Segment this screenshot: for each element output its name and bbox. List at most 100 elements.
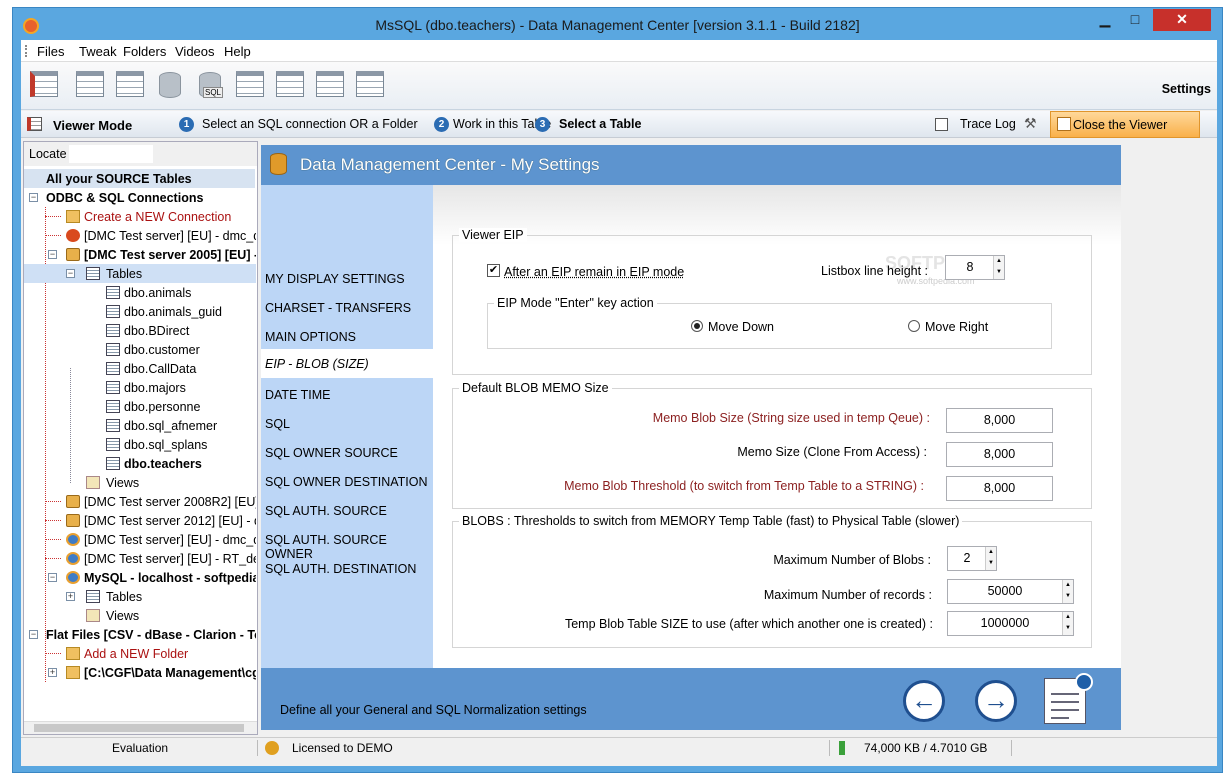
export-table-icon[interactable]: [113, 68, 147, 102]
sql-database-icon[interactable]: SQL: [193, 68, 227, 102]
tree-scrollbar[interactable]: [24, 721, 257, 734]
viewer-mode-icon: [27, 117, 42, 131]
home-icon: [1057, 117, 1071, 131]
trace-log-label[interactable]: Trace Log: [960, 117, 1016, 131]
locate-input[interactable]: [69, 145, 153, 163]
tree-node-new-folder[interactable]: Add a NEW Folder: [24, 644, 256, 663]
menu-tweak[interactable]: Tweak: [79, 44, 117, 59]
previous-arrow-icon[interactable]: ←: [903, 680, 945, 722]
step-1-icon: 1: [179, 117, 194, 132]
settings-title: Data Management Center - My Settings: [300, 155, 600, 174]
tree-node-server[interactable]: [DMC Test server] [EU] - dmc_de: [24, 226, 256, 245]
move-down-label[interactable]: Move Down: [708, 320, 774, 334]
max-blobs-spinner[interactable]: 2 ▲ ▼: [947, 546, 997, 571]
database-save-icon[interactable]: [153, 68, 187, 102]
maximize-button[interactable]: □: [1121, 9, 1149, 31]
tree-node-table[interactable]: dbo.BDirect: [24, 321, 256, 340]
nav-main-options[interactable]: MAIN OPTIONS: [261, 322, 433, 351]
step-3-label: Select a Table: [559, 117, 642, 131]
nav-eip-blob[interactable]: EIP - BLOB (SIZE): [261, 349, 433, 378]
tree-node-flat-files[interactable]: − Flat Files [CSV - dBase - Clarion - Top…: [24, 625, 256, 644]
spinner-arrows-icon[interactable]: ▲ ▼: [1062, 580, 1073, 603]
evaluation-status: Evaluation: [112, 741, 169, 755]
move-down-radio[interactable]: [691, 320, 703, 332]
settings-label[interactable]: Settings: [1162, 82, 1211, 96]
nav-sql-owner-source[interactable]: SQL OWNER SOURCE: [261, 438, 433, 467]
table-icon: [106, 381, 120, 394]
tools-icon[interactable]: ⚒: [1024, 115, 1037, 132]
battery-icon: [839, 741, 845, 755]
minimize-button[interactable]: ▁: [1091, 9, 1119, 31]
nav-sql-auth-source[interactable]: SQL AUTH. SOURCE: [261, 496, 433, 525]
nav-display-settings[interactable]: MY DISPLAY SETTINGS: [261, 264, 433, 293]
viewer-table-icon[interactable]: [27, 68, 61, 102]
menu-help[interactable]: Help: [224, 44, 251, 59]
move-right-label[interactable]: Move Right: [925, 320, 988, 334]
tree-node-views[interactable]: Views: [24, 473, 256, 492]
memo-threshold-input[interactable]: 8,000: [946, 476, 1053, 501]
tree-node-table[interactable]: dbo.animals: [24, 283, 256, 302]
transfer-table-icon[interactable]: [313, 68, 347, 102]
max-records-spinner[interactable]: 50000 ▲ ▼: [947, 579, 1074, 604]
footer-text: Define all your General and SQL Normaliz…: [280, 703, 587, 717]
edit-table-icon[interactable]: [233, 68, 267, 102]
tree-node-table[interactable]: dbo.CallData: [24, 359, 256, 378]
apply-settings-icon[interactable]: [1044, 673, 1093, 724]
spinner-arrows-icon[interactable]: ▲ ▼: [1062, 612, 1073, 635]
move-right-radio[interactable]: [908, 320, 920, 332]
menu-files[interactable]: Files: [37, 44, 64, 59]
close-viewer-label: Close the Viewer: [1073, 118, 1168, 132]
title-bar[interactable]: MsSQL (dbo.teachers) - Data Management C…: [13, 8, 1222, 40]
tree-node-odbc[interactable]: − ODBC & SQL Connections: [24, 188, 256, 207]
tree-node-table-selected[interactable]: dbo.teachers: [24, 454, 256, 473]
nav-date-time[interactable]: DATE TIME: [261, 380, 433, 409]
mysql-icon: [66, 571, 80, 584]
tree-node-server[interactable]: [DMC Test server 2008R2] [EU] -: [24, 492, 256, 511]
nav-charset[interactable]: CHARSET - TRANSFERS: [261, 293, 433, 322]
tree-node-server-2005[interactable]: − [DMC Test server 2005] [EU] - d: [24, 245, 256, 264]
nav-sql-auth-source-owner[interactable]: SQL AUTH. SOURCE OWNER: [261, 525, 433, 561]
tree-node-table[interactable]: dbo.personne: [24, 397, 256, 416]
nav-sql-auth-destination[interactable]: SQL AUTH. DESTINATION: [261, 554, 433, 583]
tree-node-server[interactable]: [DMC Test server] [EU] - RT_dem: [24, 549, 256, 568]
table-icon: [106, 305, 120, 318]
tree-node-table[interactable]: dbo.customer: [24, 340, 256, 359]
nav-sql-owner-destination[interactable]: SQL OWNER DESTINATION: [261, 467, 433, 496]
tree-node-tables[interactable]: − Tables: [24, 264, 256, 283]
eip-checkbox[interactable]: ✔: [487, 264, 500, 277]
tree-node-mysql[interactable]: − MySQL - localhost - softpedia: [24, 568, 256, 587]
tree-node-table[interactable]: dbo.sql_afnemer: [24, 416, 256, 435]
temp-blob-size-spinner[interactable]: 1000000 ▲ ▼: [947, 611, 1074, 636]
close-window-button[interactable]: ✕: [1153, 9, 1211, 31]
tree-node-tables[interactable]: + Tables: [24, 587, 256, 606]
license-status: Licensed to DEMO: [292, 741, 393, 755]
eip-checkbox-label[interactable]: After an EIP remain in EIP mode: [504, 265, 684, 279]
next-arrow-icon[interactable]: →: [975, 680, 1017, 722]
table-icon: [86, 590, 100, 603]
tree-node-views[interactable]: Views: [24, 606, 256, 625]
spinner-arrows-icon[interactable]: ▲ ▼: [985, 547, 996, 570]
import-table-icon[interactable]: [73, 68, 107, 102]
memo-blob-size-input[interactable]: 8,000: [946, 408, 1053, 433]
tree-node-server[interactable]: [DMC Test server 2012] [EU] - dm: [24, 511, 256, 530]
merge-table-icon[interactable]: [353, 68, 387, 102]
max-blobs-label: Maximum Number of Blobs :: [773, 553, 931, 567]
tree-node-server[interactable]: [DMC Test server] [EU] - dmc_de: [24, 530, 256, 549]
menu-folders[interactable]: Folders: [123, 44, 166, 59]
viewer-mode-label: Viewer Mode: [53, 118, 133, 133]
viewer-eip-caption: Viewer EIP: [459, 228, 527, 242]
menu-videos[interactable]: Videos: [175, 44, 215, 59]
copy-structure-icon[interactable]: [273, 68, 307, 102]
tree-node-table[interactable]: dbo.majors: [24, 378, 256, 397]
nav-sql[interactable]: SQL: [261, 409, 433, 438]
memo-size-input[interactable]: 8,000: [946, 442, 1053, 467]
trace-log-checkbox[interactable]: [935, 118, 948, 131]
tree-node-table[interactable]: dbo.sql_splans: [24, 435, 256, 454]
tree-node-folder[interactable]: + [C:\CGF\Data Management\cg: [24, 663, 256, 682]
source-tree: − ODBC & SQL Connections Create a NEW Con…: [24, 188, 256, 708]
spinner-arrows-icon[interactable]: ▲ ▼: [993, 256, 1004, 279]
listbox-height-spinner[interactable]: 8 ▲ ▼: [945, 255, 1005, 280]
tree-node-table[interactable]: dbo.animals_guid: [24, 302, 256, 321]
close-viewer-button[interactable]: Close the Viewer: [1050, 111, 1200, 138]
tree-node-new-connection[interactable]: Create a NEW Connection: [24, 207, 256, 226]
